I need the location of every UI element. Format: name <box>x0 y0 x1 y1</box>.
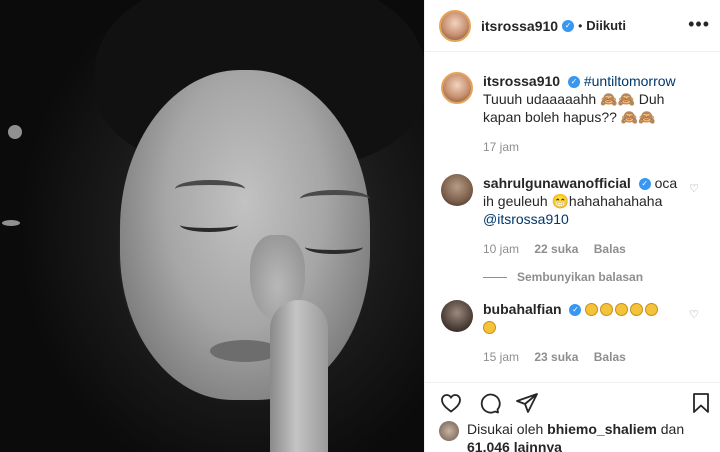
laughing-emoji-icon <box>585 303 599 316</box>
comment-text: sahrulgunawanofficial ✓ oca ih geuleuh 😁… <box>483 174 683 228</box>
right-brow <box>300 190 370 208</box>
liked-by: Disukai oleh bhiemo_shaliem dan 61,046 l… <box>439 420 684 452</box>
left-eye <box>180 218 238 232</box>
liker-avatar[interactable] <box>439 421 459 441</box>
timestamp[interactable]: 17 jam <box>483 140 519 154</box>
mention-link[interactable]: @itsrossa910 <box>483 211 569 227</box>
verified-badge-icon: ✓ <box>562 19 575 32</box>
others-label[interactable]: lainnya <box>514 439 562 452</box>
post-header: itsrossa910 ✓ • Diikuti ••• <box>425 0 720 52</box>
separator: • <box>578 18 583 33</box>
comment-icon[interactable] <box>477 391 501 415</box>
heart-icon[interactable]: ♡ <box>689 308 699 321</box>
caption-username[interactable]: itsrossa910 <box>483 73 560 89</box>
caption-text: itsrossa910 ✓ #untiltomorrow Tuuuh udaaa… <box>483 72 683 126</box>
comment-item: bubahalfian ✓ 15 jam 23 suka Balas ♡ <box>425 300 720 364</box>
hide-replies-button[interactable]: Sembunyikan balasan <box>425 270 720 284</box>
laughing-emoji-icon <box>630 303 644 316</box>
caption-body: Tuuuh udaaaaahh 🙈🙈 Duh kapan boleh hapus… <box>483 91 665 125</box>
action-bar <box>425 382 720 420</box>
caption: itsrossa910 ✓ #untiltomorrow Tuuuh udaaa… <box>425 72 720 154</box>
more-icon[interactable]: ••• <box>688 14 710 35</box>
comment-username[interactable]: bubahalfian <box>483 301 562 317</box>
liker-username[interactable]: bhiemo_shaliem <box>547 421 657 437</box>
liked-by-and: dan <box>660 421 685 437</box>
post-username[interactable]: itsrossa910 <box>481 18 558 34</box>
comment-meta: 10 jam 22 suka Balas <box>483 242 683 256</box>
heart-icon[interactable]: ♡ <box>689 182 699 195</box>
comment-meta: 15 jam 23 suka Balas <box>483 350 683 364</box>
avatar[interactable] <box>441 174 473 206</box>
reply-button[interactable]: Balas <box>594 350 626 364</box>
right-eye <box>305 240 363 254</box>
avatar[interactable] <box>439 9 471 42</box>
bokeh-light <box>8 125 22 139</box>
timestamp[interactable]: 15 jam <box>483 350 519 364</box>
finger <box>270 300 328 452</box>
liked-by-prefix: Disukai oleh <box>467 421 544 437</box>
hashtag-link[interactable]: #untiltomorrow <box>584 73 676 89</box>
verified-badge-icon: ✓ <box>567 76 580 89</box>
post-photo[interactable] <box>0 0 424 452</box>
verified-badge-icon: ✓ <box>569 304 582 317</box>
timestamp[interactable]: 10 jam <box>483 242 519 256</box>
laughing-emoji-icon <box>615 303 629 316</box>
liked-by-text: Disukai oleh bhiemo_shaliem dan 61,046 l… <box>467 420 684 452</box>
comment-username[interactable]: sahrulgunawanofficial <box>483 175 631 191</box>
hide-replies-label: Sembunyikan balasan <box>517 270 644 284</box>
divider <box>483 277 507 279</box>
like-count[interactable]: 23 suka <box>534 350 578 364</box>
post-sidebar: itsrossa910 ✓ • Diikuti ••• itsrossa910 … <box>424 0 720 452</box>
verified-badge-icon: ✓ <box>638 178 651 191</box>
comment-text: bubahalfian ✓ <box>483 300 683 336</box>
reply-button[interactable]: Balas <box>594 242 626 256</box>
share-icon[interactable] <box>515 391 539 415</box>
follow-status-button[interactable]: Diikuti <box>586 18 626 33</box>
laughing-emoji-icon <box>645 303 659 316</box>
laughing-emoji-icon <box>483 321 496 334</box>
bookmark-icon[interactable] <box>689 391 713 415</box>
comment-item: sahrulgunawanofficial ✓ oca ih geuleuh 😁… <box>425 174 720 256</box>
avatar[interactable] <box>441 72 473 104</box>
avatar[interactable] <box>441 300 473 332</box>
heart-icon[interactable] <box>439 391 463 415</box>
left-brow <box>175 180 245 198</box>
comments-list[interactable]: itsrossa910 ✓ #untiltomorrow Tuuuh udaaa… <box>425 64 720 380</box>
like-count[interactable]: 22 suka <box>534 242 578 256</box>
bokeh-light <box>2 220 20 226</box>
laughing-emoji-icon <box>600 303 614 316</box>
like-count[interactable]: 61,046 <box>467 439 510 452</box>
caption-meta: 17 jam <box>483 140 683 154</box>
